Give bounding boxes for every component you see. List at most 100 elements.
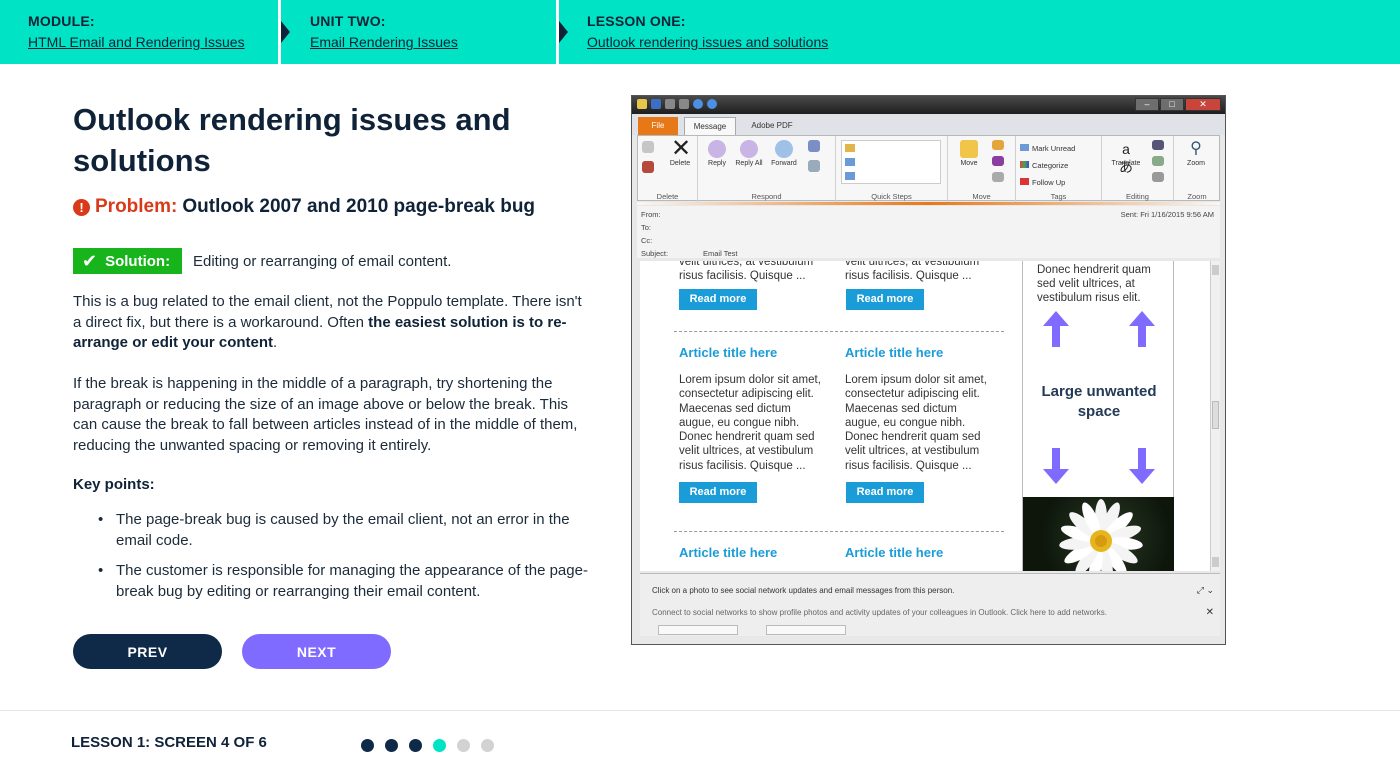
up-icon xyxy=(693,99,703,109)
quick-step-icon xyxy=(845,172,855,180)
scroll-thumb xyxy=(1212,401,1219,429)
article-body: Lorem ipsum dolor sit amet, consectetur … xyxy=(679,374,821,472)
progress-dot-4[interactable] xyxy=(433,739,446,752)
redo-icon xyxy=(679,99,689,109)
prev-button[interactable]: PREV xyxy=(73,634,222,669)
arrow-down-icon xyxy=(1043,448,1069,484)
sidebar-text: Donec hendrerit quam sed velit ultrices,… xyxy=(1037,264,1151,304)
reply-label: Reply xyxy=(708,160,726,167)
read-more-button: Read more xyxy=(846,289,924,310)
delete-button: ✕ Delete xyxy=(669,135,692,168)
tab-message: Message xyxy=(684,117,736,135)
ribbon-group-move: Move Move xyxy=(948,136,1016,202)
people-pane-tabs xyxy=(658,625,846,635)
paragraph-text: . xyxy=(273,334,278,351)
breadcrumb-module: MODULE: HTML Email and Rendering Issues xyxy=(0,0,278,64)
categorize-button: Categorize xyxy=(1020,157,1075,174)
ribbon-group-label: Delete xyxy=(656,192,679,201)
ribbon-group-label: Zoom xyxy=(1187,192,1207,201)
undo-icon xyxy=(665,99,675,109)
translate-label: Translate xyxy=(1111,160,1141,167)
footer-divider xyxy=(0,710,1400,711)
article-title: Article title here xyxy=(845,545,944,560)
breadcrumb-unit-label: UNIT TWO: xyxy=(310,13,386,29)
alert-icon: ! xyxy=(73,198,90,216)
problem-label: Problem: xyxy=(95,196,178,217)
quick-steps-gallery xyxy=(841,140,941,184)
ribbon-group-label: Quick Steps xyxy=(871,192,912,201)
sent-field: Sent: Fri 1/16/2015 9:56 AM xyxy=(1121,210,1214,219)
breadcrumb-unit-link[interactable]: Email Rendering Issues xyxy=(310,34,458,50)
email-scrollbar xyxy=(1210,261,1220,571)
key-points-heading: Key points: xyxy=(73,476,155,493)
read-more-button: Read more xyxy=(679,289,757,310)
article-body: Lorem ipsum dolor sit amet, consectetur … xyxy=(845,374,987,472)
progress-dot-6[interactable] xyxy=(481,739,494,752)
paragraph-bug-explanation: This is a bug related to the email clien… xyxy=(73,292,593,354)
progress-dot-2[interactable] xyxy=(385,739,398,752)
breadcrumb-chevron-icon xyxy=(559,21,568,43)
paragraph-workaround: If the break is happening in the middle … xyxy=(73,375,578,454)
people-pane-connect: Connect to social networks to show profi… xyxy=(652,608,1107,617)
progress-dot-5[interactable] xyxy=(457,739,470,752)
tab-adobe-pdf: Adobe PDF xyxy=(751,121,793,130)
ribbon-group-editing: aあ Translate Editing xyxy=(1102,136,1174,202)
ribbon-group-label: Move xyxy=(972,192,991,201)
people-pane-tab xyxy=(658,625,738,635)
arrow-up-icon xyxy=(1043,311,1069,347)
article-snippet: velit ultrices, at vestibulum risus faci… xyxy=(845,261,995,284)
cc-field: Cc: xyxy=(641,236,653,245)
junk-icon xyxy=(642,161,654,175)
outlook-title-bar: – □ ✕ xyxy=(632,96,1225,114)
reply-all-label: Reply All xyxy=(735,160,763,167)
save-icon xyxy=(651,99,661,109)
from-field: From: xyxy=(641,210,661,219)
actions-icon xyxy=(992,172,1004,184)
tab-file: File xyxy=(638,117,678,135)
daisy-image xyxy=(1059,499,1143,571)
ribbon-group-quick-steps: Quick Steps xyxy=(836,136,948,202)
down-icon xyxy=(707,99,717,109)
breadcrumb-unit: UNIT TWO: Email Rendering Issues xyxy=(278,0,556,64)
email-sidebar: Donec hendrerit quam sed velit ultrices,… xyxy=(1022,261,1174,571)
tags-list: Mark Unread Categorize Follow Up xyxy=(1020,140,1075,191)
ribbon-group-label: Respond xyxy=(751,192,782,201)
progress-dot-1[interactable] xyxy=(361,739,374,752)
translate-button: aあ Translate xyxy=(1111,141,1141,175)
breadcrumb-lesson-label: LESSON ONE: xyxy=(587,13,686,29)
scroll-up-icon xyxy=(1212,265,1219,275)
ribbon-accent-bar xyxy=(637,202,1220,205)
progress-dot-3[interactable] xyxy=(409,739,422,752)
breadcrumb-lesson-link[interactable]: Outlook rendering issues and solutions xyxy=(587,34,828,50)
categorize-icon xyxy=(1020,161,1029,168)
page-title: Outlook rendering issues and solutions xyxy=(73,102,511,178)
solution-label: Solution: xyxy=(105,252,171,270)
minimize-icon: – xyxy=(1135,98,1159,111)
next-button[interactable]: NEXT xyxy=(242,634,391,669)
ribbon-group-tags: Mark Unread Categorize Follow Up Tags xyxy=(1016,136,1102,202)
subject-label: Subject: xyxy=(641,249,669,258)
mark-unread-label: Mark Unread xyxy=(1032,144,1076,153)
daisy-photo xyxy=(1023,497,1174,571)
find-icon xyxy=(1152,140,1164,152)
sent-value: Fri 1/16/2015 9:56 AM xyxy=(1140,210,1214,219)
ribbon-group-label: Editing xyxy=(1126,192,1149,201)
screen-progress-dots xyxy=(361,739,505,752)
solution-statement: ✔ Solution: Editing or rearranging of em… xyxy=(73,248,451,274)
onenote-icon xyxy=(992,156,1004,168)
forward-button: Forward xyxy=(766,140,802,167)
ribbon-group-respond: Reply Reply All Forward Respond xyxy=(698,136,836,202)
article-title: Article title here xyxy=(679,545,778,560)
rules-icon xyxy=(992,140,1004,152)
article-title: Article title here xyxy=(679,345,778,360)
breadcrumb-module-link[interactable]: HTML Email and Rendering Issues xyxy=(28,34,245,50)
key-points-list: The page-break bug is caused by the emai… xyxy=(98,510,588,612)
email-body: velit ultrices, at vestibulum risus faci… xyxy=(640,261,1210,571)
outlook-tab-strip: File Message Adobe PDF xyxy=(632,114,1225,135)
read-more-button: Read more xyxy=(679,482,757,503)
forward-label: Forward xyxy=(771,160,797,167)
screen-progress-label: LESSON 1: SCREEN 4 OF 6 xyxy=(71,734,267,751)
close-icon: ✕ xyxy=(1185,98,1221,111)
select-icon xyxy=(1152,172,1164,184)
solution-text: Editing or rearranging of email content. xyxy=(193,252,452,270)
